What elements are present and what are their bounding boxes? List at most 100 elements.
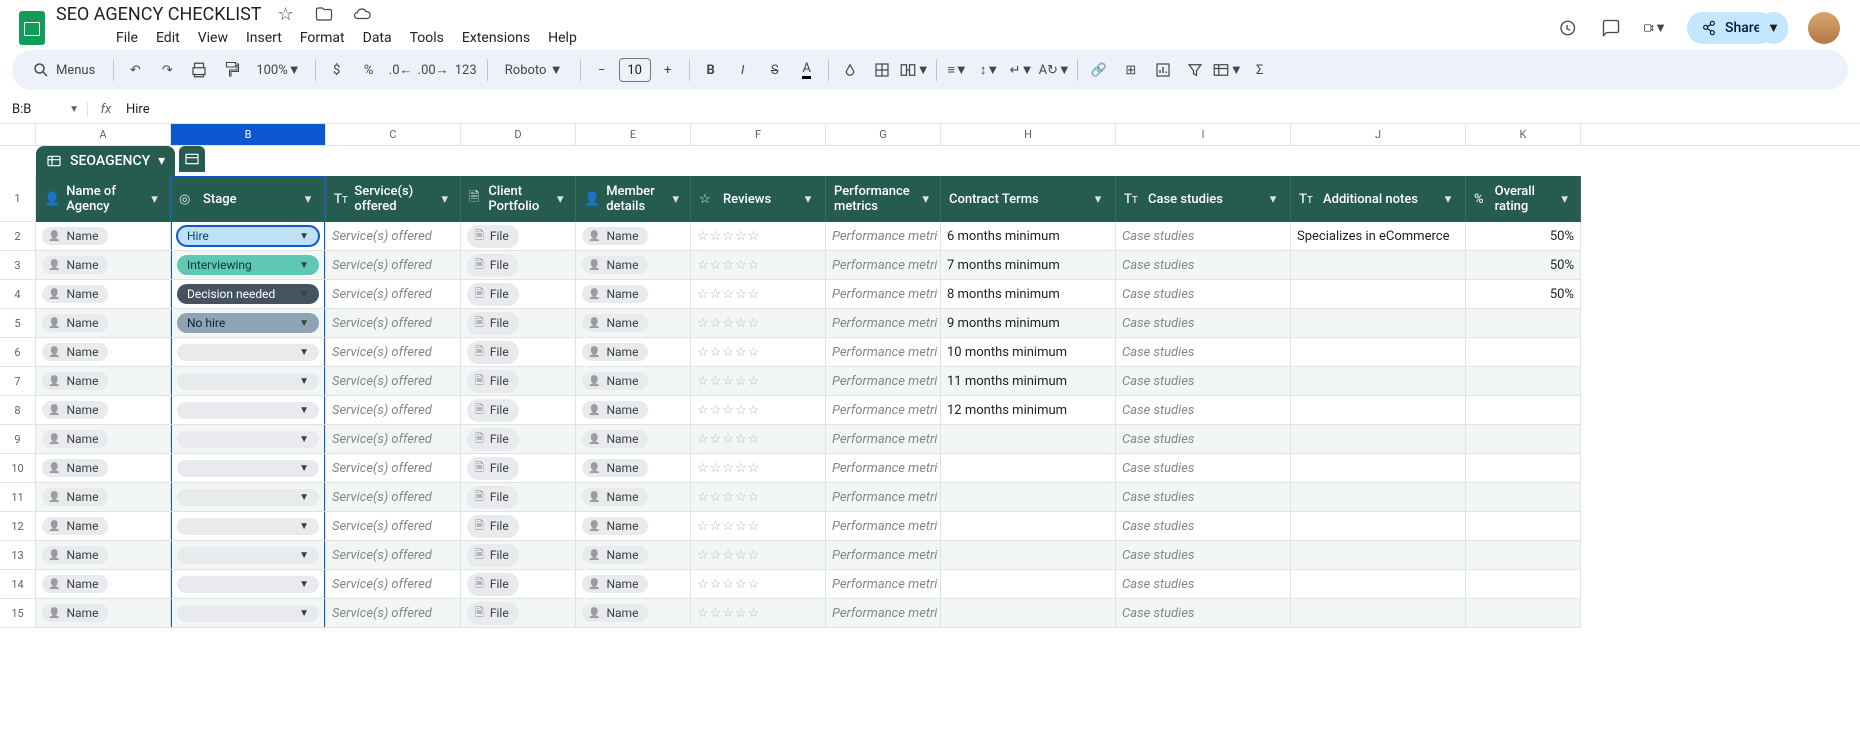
cell-member[interactable]: Name	[576, 541, 691, 570]
cloud-status-icon[interactable]	[350, 2, 374, 26]
cell-member[interactable]: Name	[576, 222, 691, 251]
cell-name[interactable]: Name	[36, 454, 171, 483]
cell-portfolio[interactable]: File	[461, 512, 576, 541]
insert-chart-icon[interactable]	[1148, 55, 1178, 85]
cell-portfolio[interactable]: File	[461, 454, 576, 483]
cell-services[interactable]: Service(s) offered	[326, 338, 461, 367]
cell-contract[interactable]	[941, 425, 1116, 454]
cell-name[interactable]: Name	[36, 222, 171, 251]
row-num[interactable]: 3	[0, 251, 36, 280]
stage-pill[interactable]: ▼	[177, 605, 319, 622]
cell-overall[interactable]: 50%	[1466, 280, 1581, 309]
halign-icon[interactable]: ≡▼	[943, 55, 973, 85]
cell-portfolio[interactable]: File	[461, 599, 576, 628]
chevron-down-icon[interactable]: ▾	[554, 192, 567, 207]
cell-overall[interactable]: 50%	[1466, 222, 1581, 251]
wrap-icon[interactable]: ↵▼	[1007, 55, 1037, 85]
link-icon[interactable]: 🔗	[1084, 55, 1114, 85]
fill-color-icon[interactable]	[835, 55, 865, 85]
cell-member[interactable]: Name	[576, 483, 691, 512]
chevron-down-icon[interactable]: ▾	[1264, 192, 1282, 207]
stage-pill[interactable]: ▼	[177, 489, 319, 506]
search-menus[interactable]: Menus	[20, 55, 107, 85]
font-select[interactable]: Roboto ▼	[494, 55, 574, 85]
chevron-down-icon[interactable]: ▾	[799, 192, 817, 207]
cell-contract[interactable]: 12 months minimum	[941, 396, 1116, 425]
cell-perf[interactable]: Performance metri	[826, 280, 941, 309]
cell-cases[interactable]: Case studies	[1116, 541, 1291, 570]
cell-stage[interactable]: ▼	[171, 454, 326, 483]
row-num[interactable]: 7	[0, 367, 36, 396]
cell-reviews[interactable]: ☆☆☆☆☆	[691, 483, 826, 512]
cell-cases[interactable]: Case studies	[1116, 309, 1291, 338]
menu-help[interactable]: Help	[540, 28, 585, 48]
cell-overall[interactable]	[1466, 570, 1581, 599]
cell-member[interactable]: Name	[576, 570, 691, 599]
table-options-icon[interactable]	[179, 146, 205, 172]
menu-format[interactable]: Format	[292, 28, 353, 48]
cell-stage[interactable]: ▼	[171, 396, 326, 425]
cell-overall[interactable]	[1466, 454, 1581, 483]
cell-services[interactable]: Service(s) offered	[326, 483, 461, 512]
row-num[interactable]: 6	[0, 338, 36, 367]
stage-pill[interactable]: ▼	[177, 576, 319, 593]
cell-name[interactable]: Name	[36, 309, 171, 338]
menu-edit[interactable]: Edit	[148, 28, 188, 48]
cell-perf[interactable]: Performance metri	[826, 541, 941, 570]
cell-reviews[interactable]: ☆☆☆☆☆	[691, 454, 826, 483]
borders-icon[interactable]	[867, 55, 897, 85]
cell-reviews[interactable]: ☆☆☆☆☆	[691, 396, 826, 425]
strike-icon[interactable]: S	[760, 55, 790, 85]
cell-contract[interactable]: 6 months minimum	[941, 222, 1116, 251]
cell-stage[interactable]: Interviewing▼	[171, 251, 326, 280]
cell-portfolio[interactable]: File	[461, 338, 576, 367]
format-currency[interactable]: $	[322, 55, 352, 85]
cell-stage[interactable]: No hire▼	[171, 309, 326, 338]
col-J[interactable]: J	[1291, 124, 1466, 145]
cell-perf[interactable]: Performance metri	[826, 425, 941, 454]
row-num[interactable]: 5	[0, 309, 36, 338]
cell-overall[interactable]	[1466, 396, 1581, 425]
row-num[interactable]: 15	[0, 599, 36, 628]
meet-icon[interactable]: ▼	[1643, 16, 1667, 40]
cell-notes[interactable]	[1291, 454, 1466, 483]
stage-pill[interactable]: ▼	[177, 547, 319, 564]
cell-notes[interactable]	[1291, 570, 1466, 599]
cell-name[interactable]: Name	[36, 367, 171, 396]
row-num[interactable]: 4	[0, 280, 36, 309]
cell-portfolio[interactable]: File	[461, 251, 576, 280]
cell-member[interactable]: Name	[576, 512, 691, 541]
col-G[interactable]: G	[826, 124, 941, 145]
zoom-select[interactable]: 100% ▼	[248, 55, 308, 85]
row-num[interactable]: 12	[0, 512, 36, 541]
format-percent[interactable]: %	[354, 55, 384, 85]
cell-reviews[interactable]: ☆☆☆☆☆	[691, 599, 826, 628]
cell-name[interactable]: Name	[36, 599, 171, 628]
cell-portfolio[interactable]: File	[461, 541, 576, 570]
cell-cases[interactable]: Case studies	[1116, 338, 1291, 367]
chevron-down-icon[interactable]: ▾	[147, 192, 162, 207]
col-K[interactable]: K	[1466, 124, 1581, 145]
account-avatar[interactable]	[1808, 12, 1840, 44]
cell-notes[interactable]	[1291, 280, 1466, 309]
table-tab[interactable]: SEOAGENCY ▾	[36, 146, 175, 176]
cell-member[interactable]: Name	[576, 338, 691, 367]
cell-reviews[interactable]: ☆☆☆☆☆	[691, 367, 826, 396]
cell-perf[interactable]: Performance metri	[826, 570, 941, 599]
col-H[interactable]: H	[941, 124, 1116, 145]
cell-perf[interactable]: Performance metri	[826, 222, 941, 251]
cell-contract[interactable]: 11 months minimum	[941, 367, 1116, 396]
cell-member[interactable]: Name	[576, 280, 691, 309]
valign-icon[interactable]: ↕▼	[975, 55, 1005, 85]
cell-name[interactable]: Name	[36, 483, 171, 512]
cell-stage[interactable]: Hire▼	[171, 222, 326, 251]
table-view-icon[interactable]: ▼	[1212, 55, 1243, 85]
cell-portfolio[interactable]: File	[461, 309, 576, 338]
cell-member[interactable]: Name	[576, 425, 691, 454]
cell-notes[interactable]	[1291, 396, 1466, 425]
cell-overall[interactable]	[1466, 541, 1581, 570]
cell-notes[interactable]	[1291, 512, 1466, 541]
cell-perf[interactable]: Performance metri	[826, 309, 941, 338]
decrease-decimal-icon[interactable]: .0←	[386, 55, 416, 85]
fontsize-input[interactable]: 10	[619, 58, 651, 82]
